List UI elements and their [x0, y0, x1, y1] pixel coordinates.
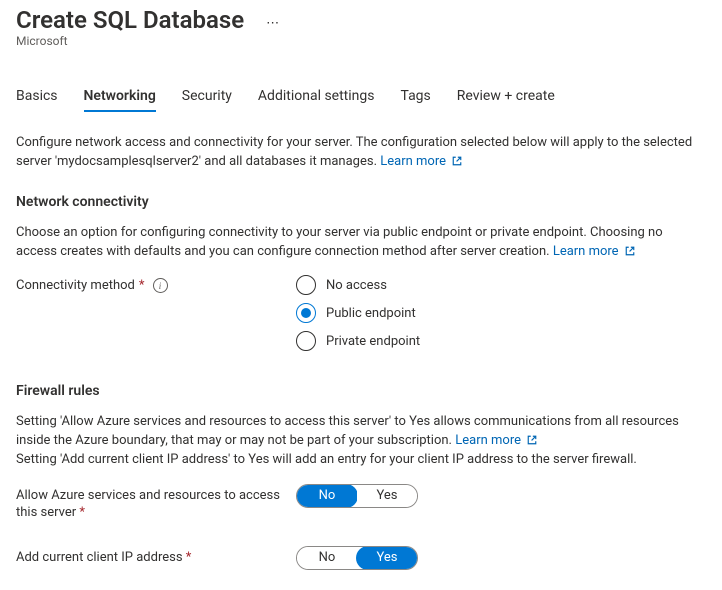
connectivity-learn-more-link[interactable]: Learn more: [553, 244, 635, 259]
radio-private-endpoint[interactable]: Private endpoint: [296, 331, 420, 351]
radio-circle-icon: [296, 331, 316, 351]
external-link-icon: [527, 435, 537, 445]
tab-additional-settings[interactable]: Additional settings: [258, 88, 375, 112]
connectivity-method-text: Connectivity method: [16, 277, 135, 295]
toggle-no[interactable]: No: [297, 547, 357, 569]
info-icon[interactable]: i: [153, 278, 168, 293]
required-asterisk: *: [79, 505, 85, 520]
more-actions-icon[interactable]: ⋯: [266, 11, 281, 30]
radio-circle-icon: [296, 303, 316, 323]
network-connectivity-heading: Network connectivity: [16, 194, 706, 210]
toggle-no[interactable]: No: [296, 484, 358, 508]
required-asterisk: *: [186, 550, 192, 565]
add-client-ip-label: Add current client IP address *: [16, 546, 296, 567]
page-title: Create SQL Database: [16, 6, 244, 34]
tab-networking[interactable]: Networking: [84, 88, 156, 112]
intro-text: Configure network access and connectivit…: [16, 135, 692, 169]
radio-label: No access: [326, 278, 387, 293]
radio-public-endpoint[interactable]: Public endpoint: [296, 303, 420, 323]
toggle-yes[interactable]: Yes: [357, 485, 417, 507]
radio-no-access[interactable]: No access: [296, 275, 420, 295]
firewall-text-2: Setting 'Add current client IP address' …: [16, 452, 637, 467]
connectivity-description: Choose an option for configuring connect…: [16, 224, 706, 262]
toggle-yes[interactable]: Yes: [356, 546, 418, 570]
external-link-icon: [625, 246, 635, 256]
tab-review-create[interactable]: Review + create: [457, 88, 555, 112]
learn-more-label: Learn more: [455, 433, 521, 448]
firewall-description: Setting 'Allow Azure services and resour…: [16, 413, 706, 470]
tab-bar: Basics Networking Security Additional se…: [16, 88, 706, 112]
learn-more-label: Learn more: [380, 154, 446, 169]
intro-description: Configure network access and connectivit…: [16, 134, 706, 172]
allow-azure-services-label: Allow Azure services and resources to ac…: [16, 484, 296, 522]
firewall-rules-heading: Firewall rules: [16, 383, 706, 399]
radio-label: Private endpoint: [326, 334, 420, 349]
firewall-text-1: Setting 'Allow Azure services and resour…: [16, 414, 679, 448]
add-client-ip-text: Add current client IP address: [16, 550, 183, 565]
radio-label: Public endpoint: [326, 306, 416, 321]
tab-security[interactable]: Security: [182, 88, 232, 112]
tab-basics[interactable]: Basics: [16, 88, 58, 112]
tab-tags[interactable]: Tags: [400, 88, 430, 112]
learn-more-label: Learn more: [553, 244, 619, 259]
intro-learn-more-link[interactable]: Learn more: [380, 154, 462, 169]
add-client-ip-toggle[interactable]: No Yes: [296, 546, 418, 570]
radio-circle-icon: [296, 275, 316, 295]
firewall-learn-more-link[interactable]: Learn more: [455, 433, 537, 448]
connectivity-method-radio-group: No access Public endpoint Private endpoi…: [296, 275, 420, 351]
required-asterisk: *: [139, 277, 145, 295]
publisher-label: Microsoft: [16, 34, 706, 48]
external-link-icon: [452, 156, 462, 166]
allow-azure-services-toggle[interactable]: No Yes: [296, 484, 418, 508]
connectivity-method-label: Connectivity method * i: [16, 275, 296, 351]
allow-azure-services-text: Allow Azure services and resources to ac…: [16, 488, 280, 521]
